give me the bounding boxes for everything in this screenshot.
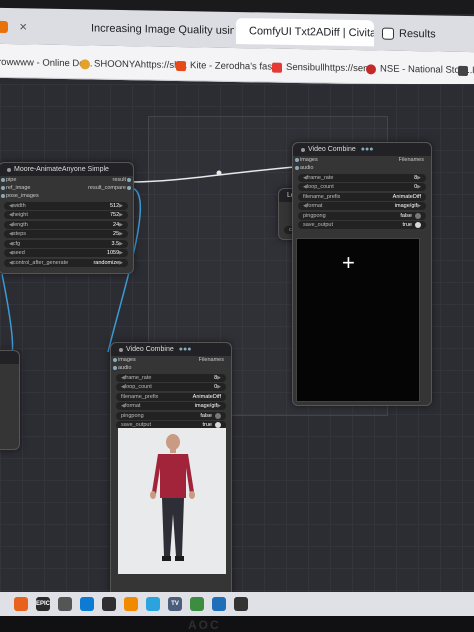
io-row: audio <box>300 165 314 171</box>
bookmark-item[interactable]: SHOONYAhttps://sh... <box>80 58 187 71</box>
collapse-dot-icon[interactable] <box>119 347 123 352</box>
tab-civitai[interactable]: ComfyUI Txt2ADiff | Civitai ✕ <box>236 17 374 47</box>
widget-pingpong[interactable]: pingpong false <box>298 211 426 220</box>
status-dots-icon: ●●● <box>178 346 192 353</box>
bookmark-icon <box>458 65 468 76</box>
partial-left-node[interactable] <box>0 350 20 450</box>
bookmark-item[interactable]: Kite - Zerodha's fast... <box>176 60 283 73</box>
widget-format[interactable]: ◀ format image/gif ▶ <box>298 202 426 210</box>
tab-favicon-icon <box>0 20 8 34</box>
tab-image-quality[interactable]: Increasing Image Quality using ✕ <box>86 15 234 44</box>
firefox-icon[interactable] <box>14 597 28 611</box>
io-row: pose_images <box>6 193 39 199</box>
node-canvas[interactable]: Moore-AnimateAnyone Simple pipe result re… <box>0 84 474 594</box>
video-preview-person <box>118 428 226 574</box>
widget-filename-prefix[interactable]: filename_prefix AnimateDiff <box>298 192 426 201</box>
person-figure-icon <box>150 434 195 561</box>
bookmarks-bar: rowwww - Online De... SHOONYAhttps://sh.… <box>0 43 474 87</box>
collapse-dot-icon[interactable] <box>7 167 11 172</box>
link-midpoint <box>216 170 222 176</box>
io-row: audio <box>118 365 132 371</box>
node-title-bar[interactable]: Video Combine ●●● <box>293 143 431 156</box>
chrome-icon[interactable] <box>190 597 204 611</box>
widget-format[interactable]: ◀ format image/gif ▶ <box>116 402 226 410</box>
widget-height[interactable]: ◀ height 752 ▶ <box>4 211 128 219</box>
epic-games-icon[interactable]: EPIC <box>36 597 50 611</box>
node-title-bar[interactable]: Moore-AnimateAnyone Simple <box>0 163 133 176</box>
notion-favicon-icon <box>382 27 394 40</box>
widget-frame-rate[interactable]: ◀ frame_rate 8 ▶ <box>298 173 426 182</box>
moore-animate-node[interactable]: Moore-AnimateAnyone Simple pipe result re… <box>0 162 134 274</box>
widget-cfg[interactable]: ◀ cfg 3.5 ▶ <box>4 239 128 248</box>
bookmark-item[interactable]: rowwww - Online De... <box>0 57 93 70</box>
bookmark-item[interactable]: NSE - National Stoc... <box>366 63 472 76</box>
video-preview-empty <box>296 238 420 402</box>
io-row: ref_image result_compare <box>6 185 126 191</box>
widget-filename-prefix[interactable]: filename_prefix AnimateDiff <box>116 392 226 401</box>
widget-loop-count[interactable]: ◀ loop_count 0 ▶ <box>116 383 226 391</box>
store-icon[interactable] <box>58 597 72 611</box>
telegram-icon[interactable] <box>146 597 160 611</box>
sensibull-icon <box>272 62 282 73</box>
bookmark-item[interactable]: In <box>458 65 474 76</box>
vlc-icon[interactable] <box>124 597 138 611</box>
tab-results[interactable]: Results <box>382 21 474 49</box>
widget-save-output[interactable]: save_output true <box>298 221 426 229</box>
widget-pingpong[interactable]: pingpong false <box>116 411 226 420</box>
edge-icon[interactable] <box>80 597 94 611</box>
widget-width[interactable]: ◀ width 512 ▶ <box>4 201 128 210</box>
bookmark-item[interactable]: Sensibullhttps://sen... <box>272 62 376 74</box>
widget-seed[interactable]: ◀ seed 1059 ▶ <box>4 249 128 257</box>
io-row: images Filenames <box>118 357 224 363</box>
link-wire-left <box>1 273 14 355</box>
vscode-icon[interactable] <box>212 597 226 611</box>
kite-icon <box>176 60 186 71</box>
collapse-dot-icon[interactable] <box>301 147 305 152</box>
io-row: images Filenames <box>300 157 424 163</box>
monitor-bezel-bottom <box>0 616 474 632</box>
io-row: pipe result <box>6 177 126 183</box>
obs-icon[interactable] <box>102 597 116 611</box>
widget-steps[interactable]: ◀ steps 25 ▶ <box>4 230 128 238</box>
shoonya-icon <box>80 58 90 69</box>
toggle-off-icon[interactable] <box>415 212 421 219</box>
widget-loop-count[interactable]: ◀ loop_count 0 ▶ <box>298 183 426 191</box>
plus-cursor-icon: + <box>342 250 355 275</box>
widget-control-after-generate[interactable]: ◀ control_after_generate randomize ▶ <box>4 258 128 267</box>
tab-partial[interactable]: ✕ <box>0 14 56 41</box>
widget-length[interactable]: ◀ length 24 ▶ <box>4 220 128 229</box>
toggle-off-icon[interactable] <box>215 412 221 419</box>
app-icon[interactable]: TV <box>168 597 182 611</box>
close-tab-icon[interactable]: ✕ <box>19 22 27 33</box>
node-title-bar[interactable]: Video Combine ●●● <box>111 343 231 356</box>
terminal-icon[interactable] <box>234 597 248 611</box>
status-dots-icon: ●●● <box>360 146 374 153</box>
widget-frame-rate[interactable]: ◀ frame_rate 8 ▶ <box>116 373 226 382</box>
toggle-on-icon[interactable] <box>415 222 421 228</box>
node-title-bar[interactable] <box>0 351 19 364</box>
monitor-brand-logo: AOC <box>188 618 221 632</box>
nse-icon <box>366 63 376 74</box>
taskbar: EPIC TV <box>0 592 474 616</box>
